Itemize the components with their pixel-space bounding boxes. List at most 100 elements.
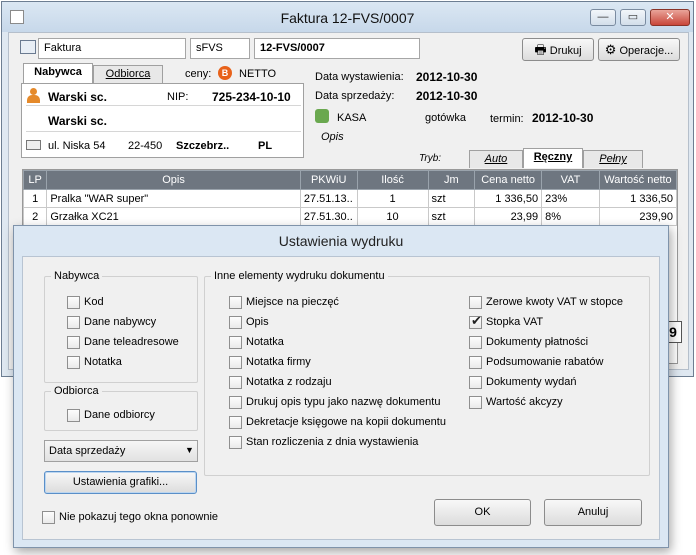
option-label: Notatka z rodzaju bbox=[246, 376, 332, 388]
option-label: Dokumenty płatności bbox=[486, 336, 589, 348]
option-label: Stan rozliczenia z dnia wystawienia bbox=[246, 436, 419, 448]
tab-manual[interactable]: Ręczny bbox=[523, 148, 583, 168]
print-button-label: Drukuj bbox=[549, 45, 582, 57]
table-row[interactable]: 2 Grzałka XC21 27.51.30.. 10 szt 23,99 8… bbox=[22, 207, 678, 226]
checkbox[interactable] bbox=[229, 416, 242, 429]
col-net-value[interactable]: Wartość netto bbox=[598, 170, 678, 190]
checkbox[interactable] bbox=[229, 356, 242, 369]
col-quantity[interactable]: Ilość bbox=[356, 170, 429, 190]
document-number-field[interactable]: 12-FVS/0007 bbox=[254, 38, 420, 59]
cell-lp: 1 bbox=[22, 189, 48, 208]
checkbox[interactable] bbox=[469, 356, 482, 369]
recipient-group-label: Odbiorca bbox=[51, 385, 102, 397]
cell-description: Grzałka XC21 bbox=[46, 207, 301, 226]
city: Szczebrz.. bbox=[176, 140, 230, 152]
minimize-button[interactable]: — bbox=[590, 9, 616, 26]
cell-unit: szt bbox=[427, 189, 476, 208]
tab-buyer[interactable]: Nabywca bbox=[23, 63, 93, 83]
sale-date[interactable]: 2012-10-30 bbox=[416, 89, 477, 103]
checkbox[interactable] bbox=[229, 396, 242, 409]
maximize-button[interactable]: ▭ bbox=[620, 9, 646, 26]
checkbox[interactable] bbox=[67, 316, 80, 329]
dialog-title: Ustawienia wydruku bbox=[278, 233, 404, 249]
option-label: Podsumowanie rabatów bbox=[486, 356, 604, 368]
buyer-options-group: Nabywca Kod Dane nabywcy Dane teleadreso… bbox=[44, 270, 198, 383]
cell-quantity: 10 bbox=[356, 207, 429, 226]
option-label: Notatka bbox=[84, 356, 122, 368]
col-description[interactable]: Opis bbox=[46, 170, 301, 190]
option-label: Miejsce na pieczęć bbox=[246, 296, 339, 308]
option-label: Notatka firmy bbox=[246, 356, 311, 368]
prices-value: NETTO bbox=[239, 68, 277, 80]
tab-auto[interactable]: Auto bbox=[469, 150, 523, 168]
option-label: Zerowe kwoty VAT w stopce bbox=[486, 296, 623, 308]
other-elements-group: Inne elementy wydruku dokumentu Miejsce … bbox=[204, 270, 650, 476]
notes-label[interactable]: Opis bbox=[321, 131, 344, 143]
cell-net-price: 1 336,50 bbox=[474, 189, 543, 208]
cell-vat: 8% bbox=[541, 207, 600, 226]
nip-label: NIP: bbox=[167, 91, 189, 103]
checkbox[interactable] bbox=[469, 296, 482, 309]
operations-button[interactable]: ⚙ Operacje... bbox=[598, 38, 680, 61]
payment-method[interactable]: KASA bbox=[337, 112, 366, 124]
prices-label: ceny: bbox=[185, 68, 212, 80]
payment-form[interactable]: gotówka bbox=[425, 112, 466, 124]
option-label: Kod bbox=[84, 296, 104, 308]
cell-net-price: 23,99 bbox=[474, 207, 543, 226]
issue-date[interactable]: 2012-10-30 bbox=[416, 70, 477, 84]
ok-button[interactable]: OK bbox=[434, 499, 531, 526]
checkbox[interactable] bbox=[229, 376, 242, 389]
cell-unit: szt bbox=[427, 207, 476, 226]
checkbox[interactable] bbox=[67, 296, 80, 309]
cell-pkwiu: 27.51.30.. bbox=[299, 207, 358, 226]
table-row[interactable]: 1 Pralka "WAR super" 27.51.13.. 1 szt 1 … bbox=[22, 189, 678, 208]
col-net-price[interactable]: Cena netto bbox=[474, 170, 543, 190]
mode-label: Tryb: bbox=[419, 153, 442, 164]
buyer-panel: Warski sc. NIP: 725-234-10-10 Warski sc.… bbox=[21, 83, 304, 158]
cell-description: Pralka "WAR super" bbox=[46, 189, 301, 208]
checkbox[interactable] bbox=[42, 511, 55, 524]
option-label: Drukuj opis typu jako nazwę dokumentu bbox=[246, 396, 441, 408]
series-field[interactable]: sFVS bbox=[190, 38, 250, 59]
gear-icon: ⚙ bbox=[604, 42, 617, 57]
option-label: Dane teleadresowe bbox=[84, 336, 179, 348]
date-select[interactable]: Data sprzedaży ▼ bbox=[44, 440, 198, 462]
term-date[interactable]: 2012-10-30 bbox=[532, 111, 593, 125]
prices-badge[interactable]: B bbox=[218, 66, 232, 80]
cancel-button[interactable]: Anuluj bbox=[544, 499, 642, 526]
print-settings-dialog: Ustawienia wydruku Nabywca Kod Dane naby… bbox=[13, 225, 669, 548]
checkbox[interactable] bbox=[229, 336, 242, 349]
title-bar: Faktura 12-FVS/0007 — ▭ ✕ bbox=[2, 2, 693, 32]
nip-value: 725-234-10-10 bbox=[212, 90, 291, 104]
graphics-settings-button[interactable]: Ustawienia grafiki... bbox=[44, 471, 197, 494]
table-header: LP Opis PKWiU Ilość Jm Cena netto VAT Wa… bbox=[22, 170, 678, 190]
checkbox[interactable] bbox=[229, 316, 242, 329]
checkbox-checked[interactable]: ✔ bbox=[469, 314, 482, 329]
col-lp[interactable]: LP bbox=[22, 170, 48, 190]
checkbox[interactable] bbox=[67, 409, 80, 422]
option-label: Dokumenty wydań bbox=[486, 376, 577, 388]
checkbox[interactable] bbox=[67, 336, 80, 349]
tab-full[interactable]: Pełny bbox=[583, 150, 643, 168]
col-unit[interactable]: Jm bbox=[427, 170, 476, 190]
print-button[interactable]: 🖶 Drukuj bbox=[522, 38, 594, 61]
address-card-icon bbox=[26, 140, 41, 150]
checkbox[interactable] bbox=[229, 296, 242, 309]
close-button[interactable]: ✕ bbox=[650, 9, 690, 26]
document-type-icon bbox=[20, 40, 36, 54]
checkbox[interactable] bbox=[229, 436, 242, 449]
checkbox[interactable] bbox=[469, 336, 482, 349]
checkbox[interactable] bbox=[469, 396, 482, 409]
checkbox[interactable] bbox=[67, 356, 80, 369]
tab-recipient[interactable]: Odbiorca bbox=[93, 65, 163, 83]
col-pkwiu[interactable]: PKWiU bbox=[299, 170, 358, 190]
street: ul. Niska 54 bbox=[48, 140, 106, 152]
person-icon bbox=[26, 88, 40, 103]
cell-lp: 2 bbox=[22, 207, 48, 226]
buyer-name: Warski sc. bbox=[48, 90, 107, 104]
checkbox[interactable] bbox=[469, 376, 482, 389]
term-label: termin: bbox=[490, 113, 524, 125]
document-type-field[interactable]: Faktura bbox=[38, 38, 186, 59]
col-vat[interactable]: VAT bbox=[541, 170, 600, 190]
cell-pkwiu: 27.51.13.. bbox=[299, 189, 358, 208]
